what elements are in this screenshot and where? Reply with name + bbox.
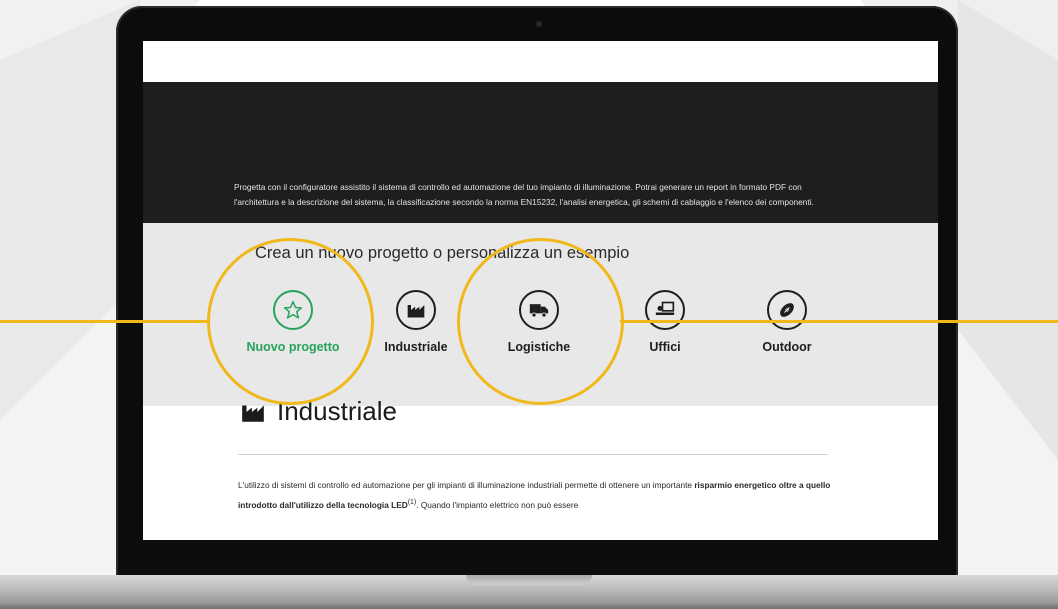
section-body: L'utilizzo di sistemi di controllo ed au… — [238, 476, 838, 514]
office-desk-icon — [645, 290, 685, 330]
footnote-ref[interactable]: (1) — [408, 499, 416, 506]
highlight-line-left — [0, 320, 210, 323]
option-label: Outdoor — [762, 340, 812, 354]
hero-description: Progetta con il configuratore assistito … — [234, 182, 814, 207]
hero-banner: Progetta con il configuratore assistito … — [143, 82, 938, 223]
laptop-notch — [466, 575, 592, 585]
body-text-intro: L'utilizzo di sistemi di controllo ed au… — [238, 480, 692, 490]
football-icon — [767, 290, 807, 330]
factory-icon — [242, 405, 264, 422]
section-divider — [238, 454, 828, 455]
factory-icon — [396, 290, 436, 330]
webcam-icon — [536, 21, 542, 27]
highlight-line-right — [620, 320, 1058, 323]
highlight-ring-nuovo-progetto — [207, 238, 374, 405]
body-text-continued: . Quando l'impianto elettrico non può es… — [416, 499, 579, 510]
section-heading: Industriale — [238, 396, 397, 427]
highlight-ring-logistiche — [457, 238, 624, 405]
